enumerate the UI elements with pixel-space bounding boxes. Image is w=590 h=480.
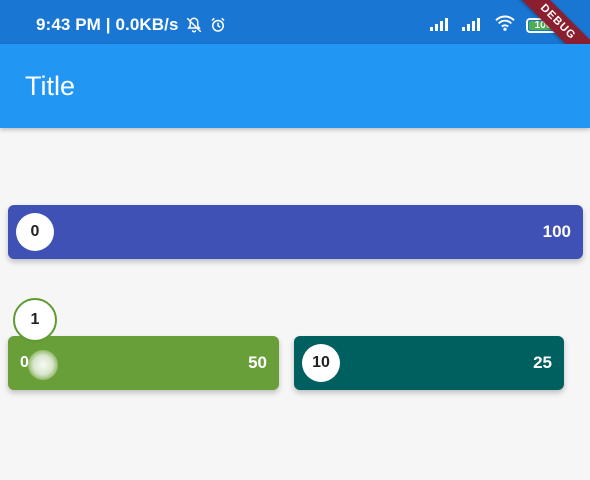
- slider-max-label: 50: [248, 353, 267, 372]
- slider-thumb[interactable]: 0: [16, 213, 54, 251]
- page-title: Title: [25, 71, 76, 101]
- notifications-off-icon: [185, 16, 203, 34]
- range-slider-0-50[interactable]: 0 50: [8, 336, 279, 390]
- status-time-speed: 9:43 PM | 0.0KB/s: [36, 15, 179, 34]
- status-left: 9:43 PM | 0.0KB/s: [36, 15, 227, 35]
- app-bar: Title: [0, 44, 590, 128]
- alarm-icon: [209, 16, 227, 34]
- slider-thumb-dragging[interactable]: [28, 350, 58, 380]
- range-slider-10-25[interactable]: 10 25: [294, 336, 564, 390]
- slider-value-indicator: 1: [13, 298, 57, 342]
- wifi-icon: [494, 14, 516, 37]
- signal-icon: [430, 15, 452, 36]
- range-slider-0-100[interactable]: 0 100: [8, 205, 583, 259]
- slider-max-label: 100: [542, 222, 571, 241]
- slider-thumb[interactable]: 10: [302, 344, 340, 382]
- status-bar: 9:43 PM | 0.0KB/s 100: [0, 0, 590, 44]
- signal-icon: [462, 15, 484, 36]
- slider-max-label: 25: [533, 353, 552, 372]
